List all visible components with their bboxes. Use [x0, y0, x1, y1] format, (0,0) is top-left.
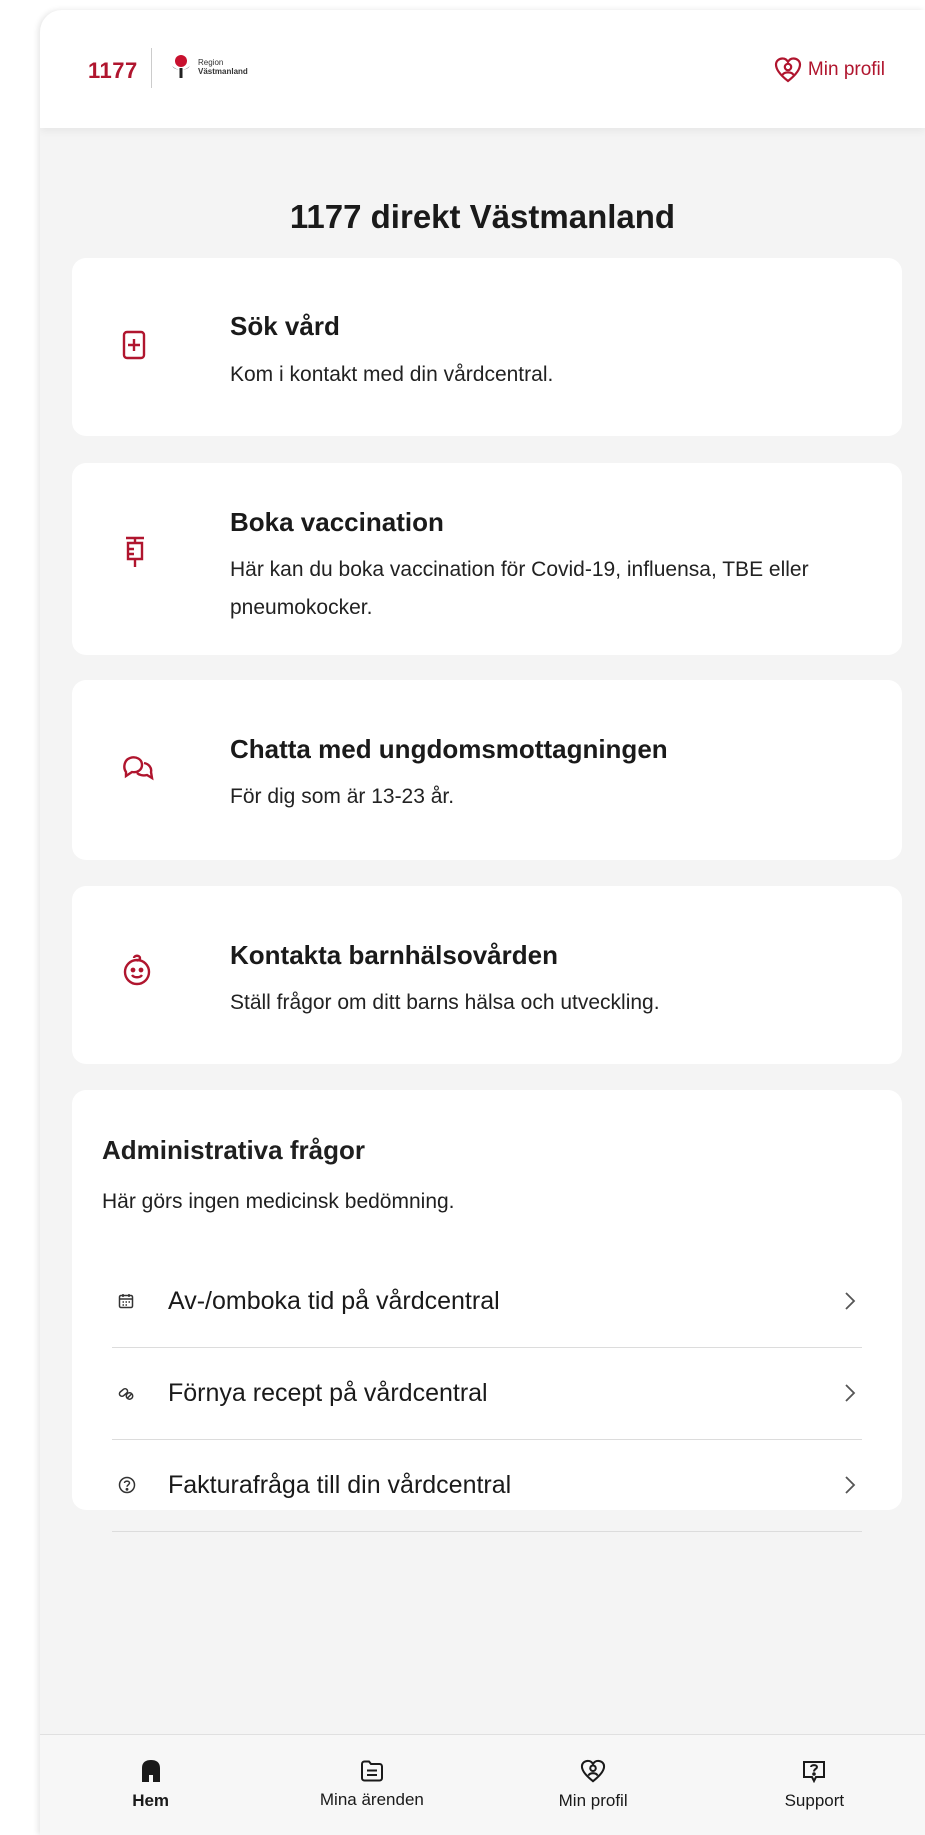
nav-item-hem[interactable]: Hem: [40, 1735, 261, 1835]
profile-link-label: Min profil: [807, 59, 885, 80]
bottom-navigation: Hem Mina ärenden Min profil Support: [40, 1734, 925, 1835]
region-name-line1: Region: [198, 58, 224, 67]
nav-label: Hem: [132, 1791, 170, 1810]
admin-item-label: Förnya recept på vårdcentral: [168, 1378, 488, 1407]
chevron-right-icon: [838, 1383, 862, 1403]
card-title: Boka vaccination: [230, 507, 444, 537]
nav-item-mina-arenden[interactable]: Mina ärenden: [261, 1735, 482, 1835]
admin-item-omboka[interactable]: Av-/omboka tid på vårdcentral: [112, 1255, 862, 1348]
admin-subtitle: Här görs ingen medicinsk bedömning.: [102, 1190, 455, 1213]
nav-label: Mina ärenden: [319, 1790, 424, 1809]
region-emblem-icon: [172, 55, 190, 78]
card-boka-vaccination[interactable]: Boka vaccination Här kan du boka vaccina…: [72, 463, 902, 655]
chevron-right-icon: [838, 1291, 862, 1311]
admin-item-label: Av-/omboka tid på vårdcentral: [168, 1286, 500, 1315]
region-logo: Region Västmanland: [168, 50, 248, 84]
home-icon: [141, 1760, 160, 1782]
nav-item-min-profil[interactable]: Min profil: [483, 1735, 704, 1835]
support-icon: [803, 1761, 826, 1783]
profile-heart-icon: [774, 57, 802, 83]
card-kontakta-barnhalsovarden[interactable]: Kontakta barnhälsovården Ställ frågor om…: [72, 886, 902, 1064]
profile-heart-icon: [581, 1759, 606, 1783]
nav-item-support[interactable]: Support: [704, 1735, 925, 1835]
card-title: Kontakta barnhälsovården: [230, 940, 558, 970]
card-description: Här kan du boka vaccination för Covid-19…: [230, 558, 809, 619]
admin-item-fornya-recept[interactable]: Förnya recept på vårdcentral: [112, 1347, 862, 1440]
card-sok-vard[interactable]: Sök vård Kom i kontakt med din vårdcentr…: [72, 258, 902, 436]
card-description: För dig som är 13-23 år.: [230, 785, 455, 808]
chat-bubbles-icon: [122, 754, 154, 787]
page-title: 1177 direkt Västmanland: [289, 198, 676, 235]
admin-item-label: Fakturafråga till din vårdcentral: [168, 1470, 512, 1499]
baby-face-icon: [122, 954, 152, 991]
top-bar: 1177 Region Västmanland Min profil: [40, 10, 925, 128]
admin-card: Administrativa frågor Här görs ingen med…: [72, 1090, 902, 1532]
region-name-line2: Västmanland: [198, 67, 248, 76]
card-description: Ställ frågor om ditt barns hälsa och utv…: [230, 991, 660, 1014]
calendar-icon: [112, 1293, 168, 1309]
question-circle-icon: [112, 1476, 168, 1494]
card-title: Sök vård: [230, 311, 340, 341]
medical-plus-icon: [122, 330, 146, 365]
card-description: Kom i kontakt med din vårdcentral.: [230, 363, 554, 386]
nav-label: Support: [784, 1791, 845, 1810]
profile-link[interactable]: Min profil: [774, 56, 885, 84]
app-frame: 1177 Region Västmanland Min profil 1177 …: [40, 10, 925, 1835]
brand-logo[interactable]: 1177: [88, 58, 138, 84]
nav-label: Min profil: [558, 1791, 628, 1810]
admin-title: Administrativa frågor: [102, 1135, 365, 1165]
logo-divider: [151, 48, 152, 88]
syringe-icon: [122, 535, 148, 574]
card-title: Chatta med ungdomsmottagningen: [230, 734, 668, 764]
chevron-right-icon: [838, 1475, 862, 1495]
pill-icon: [112, 1385, 168, 1401]
admin-item-fakturafraga[interactable]: Fakturafråga till din vårdcentral: [112, 1439, 862, 1532]
folder-icon: [360, 1760, 383, 1782]
card-chatta-ungdomsmottagningen[interactable]: Chatta med ungdomsmottagningen För dig s…: [72, 680, 902, 860]
